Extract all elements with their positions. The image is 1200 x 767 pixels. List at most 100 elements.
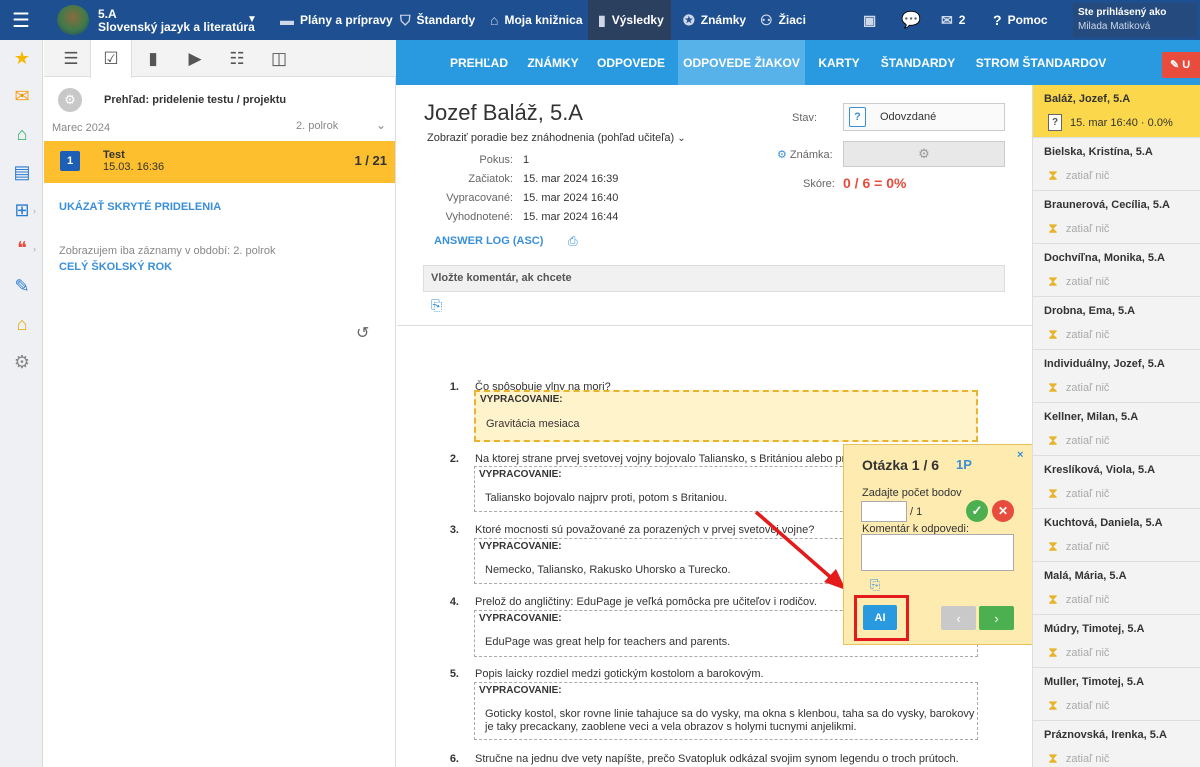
- class-logo[interactable]: [57, 5, 89, 35]
- test-check-icon[interactable]: ☑: [90, 40, 132, 78]
- backpack-icon[interactable]: ▮: [132, 40, 174, 77]
- question-number: 6.: [449, 753, 459, 765]
- video-icon[interactable]: ▶: [174, 40, 216, 77]
- overview-row[interactable]: ⚙ Prehľad: pridelenie testu / projektu: [58, 88, 286, 112]
- open-book-icon[interactable]: ◫: [258, 40, 300, 77]
- tab-overview[interactable]: PREHĽAD: [441, 40, 517, 85]
- pen-icon[interactable]: ✎: [10, 274, 34, 298]
- chevron-down-icon[interactable]: ⌄: [376, 118, 386, 132]
- student-item-name: Kellner, Milan, 5.A: [1044, 411, 1139, 423]
- tab-student-answers[interactable]: ODPOVEDE ŽIAKOV: [678, 40, 805, 85]
- show-hidden-link[interactable]: UKÁZAŤ SKRYTÉ PRIDELENIA: [59, 201, 221, 213]
- student-list: Baláž, Jozef, 5.A ? 15. mar 16:40 · 0.0% …: [1032, 85, 1200, 767]
- student-item-name: Kuchtová, Daniela, 5.A: [1044, 517, 1163, 529]
- chat-icon[interactable]: 💬: [901, 0, 921, 40]
- help-button[interactable]: ? Pomoc: [993, 0, 1048, 40]
- gear-icon[interactable]: ⚙: [10, 350, 34, 374]
- max-points: / 1: [910, 506, 923, 518]
- whole-year-link[interactable]: CELÝ ŠKOLSKÝ ROK: [59, 261, 172, 273]
- student-item[interactable]: Múdry, Timotej, 5.A ⧗ zatiaľ nič: [1033, 615, 1200, 668]
- screen-share-icon[interactable]: ▣: [863, 0, 876, 40]
- messages-button[interactable]: ✉ 2: [941, 0, 965, 40]
- star-icon[interactable]: ★: [10, 46, 34, 70]
- answer-comment-input[interactable]: [861, 534, 1014, 571]
- student-item[interactable]: Kreslíková, Viola, 5.A ⧗ zatiaľ nič: [1033, 456, 1200, 509]
- student-item[interactable]: Braunerová, Cecília, 5.A ⧗ zatiaľ nič: [1033, 191, 1200, 244]
- nav-plans[interactable]: ▬ Plány a prípravy: [280, 0, 393, 40]
- paperclip-icon[interactable]: ⎘: [870, 577, 880, 593]
- overview-title: Prehľad: pridelenie testu / projektu: [104, 94, 287, 106]
- tab-cards[interactable]: KARTY: [812, 40, 866, 85]
- left-icon-bar: ★ ✉ ⌂ ▤ ⊞ › ❝ › ✎ ⌂ ⚙: [0, 40, 43, 767]
- gear-icon: ⚙: [777, 149, 790, 161]
- student-item[interactable]: Kuchtová, Daniela, 5.A ⧗ zatiaľ nič: [1033, 509, 1200, 562]
- answer-label: VYPRACOVANIE:: [479, 685, 562, 696]
- results-tabs: PREHĽAD ZNÁMKY ODPOVEDE ODPOVEDE ŽIAKOV …: [396, 40, 1200, 85]
- student-item-status: ⧗ zatiaľ nič: [1048, 591, 1110, 607]
- nav-library[interactable]: ⌂ Moja knižnica: [490, 0, 583, 40]
- print-icon[interactable]: ⎙: [568, 234, 578, 249]
- grade-select[interactable]: ⚙: [843, 141, 1005, 167]
- list-icon[interactable]: ☰: [50, 40, 92, 77]
- student-item-status: ⧗ zatiaľ nič: [1048, 432, 1110, 448]
- tab-answers[interactable]: ODPOVEDE: [594, 40, 668, 85]
- student-item[interactable]: Dochvíľna, Monika, 5.A ⧗ zatiaľ nič: [1033, 244, 1200, 297]
- student-item[interactable]: Bielska, Kristína, 5.A ⧗ zatiaľ nič: [1033, 138, 1200, 191]
- hourglass-icon: ⧗: [1048, 485, 1058, 501]
- action-button[interactable]: ✎ U: [1162, 52, 1200, 78]
- cancel-x-icon[interactable]: ✕: [992, 500, 1014, 522]
- mail-icon[interactable]: ✉: [10, 84, 34, 108]
- student-name: Jozef Baláž, 5.A: [424, 100, 583, 125]
- student-item[interactable]: Práznovská, Irenka, 5.A ⧗ zatiaľ nič: [1033, 721, 1200, 767]
- student-item-name: Dochvíľna, Monika, 5.A: [1044, 252, 1165, 264]
- chevron-down-icon[interactable]: ▼: [247, 14, 257, 25]
- nav-standards[interactable]: ⛉ Štandardy: [400, 0, 475, 40]
- history-icon[interactable]: ↺: [356, 323, 369, 343]
- user-account[interactable]: Ste prihlásený ako Milada Matiková: [1073, 3, 1197, 37]
- hourglass-icon: ⧗: [1048, 644, 1058, 660]
- ai-button[interactable]: AI: [863, 605, 897, 630]
- answer-box[interactable]: VYPRACOVANIE: Goticky kostol, skor rovne…: [474, 682, 978, 740]
- book-icon[interactable]: ⊞: [10, 198, 34, 222]
- checklist-icon[interactable]: ☷: [216, 40, 258, 77]
- gear-icon: ⚙: [918, 146, 930, 161]
- tab-standards-tree[interactable]: STROM ŠTANDARDOV: [970, 40, 1112, 85]
- close-icon[interactable]: ×: [1017, 449, 1023, 461]
- prev-button[interactable]: ‹: [941, 606, 976, 630]
- shield-icon: ⛉: [400, 11, 411, 28]
- discussion-icon[interactable]: ❝: [10, 236, 34, 260]
- points-label: Zadajte počet bodov: [862, 487, 962, 499]
- home-icon[interactable]: ⌂: [10, 122, 34, 146]
- panel-tabs: ☰ ☑ ▮ ▶ ☷ ◫: [44, 40, 396, 78]
- student-item[interactable]: Kellner, Milan, 5.A ⧗ zatiaľ nič: [1033, 403, 1200, 456]
- notebook-icon[interactable]: ▤: [10, 160, 34, 184]
- question-icon: ?: [993, 12, 1002, 28]
- class-selector[interactable]: 5.A Slovenský jazyk a literatúra: [98, 8, 255, 34]
- confirm-check-icon[interactable]: ✓: [966, 500, 988, 522]
- question-doc-icon: ?: [849, 107, 866, 127]
- answer-log-link[interactable]: ANSWER LOG (ASC): [434, 235, 543, 247]
- institution-icon[interactable]: ⌂: [10, 312, 34, 336]
- nav-grades[interactable]: ✪ Známky: [683, 0, 746, 40]
- assignment-count: 1 / 21: [354, 153, 387, 168]
- points-input[interactable]: [861, 501, 907, 522]
- paperclip-icon[interactable]: ⎘: [431, 297, 442, 314]
- student-item[interactable]: Malá, Mária, 5.A ⧗ zatiaľ nič: [1033, 562, 1200, 615]
- hamburger-menu-icon[interactable]: ☰: [0, 0, 42, 40]
- order-select[interactable]: Zobraziť poradie bez znáhodnenia (pohľad…: [427, 132, 686, 144]
- student-item[interactable]: Individuálny, Jozef, 5.A ⧗ zatiaľ nič: [1033, 350, 1200, 403]
- student-item[interactable]: Muller, Timotej, 5.A ⧗ zatiaľ nič: [1033, 668, 1200, 721]
- tab-standards[interactable]: ŠTANDARDY: [876, 40, 960, 85]
- answer-box-active[interactable]: VYPRACOVANIE: Gravitácia mesiaca: [474, 390, 978, 442]
- student-item[interactable]: Drobna, Ema, 5.A ⧗ zatiaľ nič: [1033, 297, 1200, 350]
- answer-text-line-1: Goticky kostol, skor rovne linie tahajuc…: [485, 708, 975, 720]
- comment-input[interactable]: Vložte komentár, ak chcete: [423, 265, 1005, 292]
- nav-results[interactable]: ▮ Výsledky: [588, 0, 671, 40]
- tab-grades[interactable]: ZNÁMKY: [522, 40, 584, 85]
- grade-badge-icon: ✪: [683, 11, 695, 28]
- briefcase-icon: ▬: [280, 12, 294, 28]
- next-button[interactable]: ›: [979, 606, 1014, 630]
- assignment-row[interactable]: 1 Test 15.03. 16:36 1 / 21: [44, 141, 395, 183]
- nav-students[interactable]: ⚇ Žiaci: [760, 0, 806, 40]
- student-item[interactable]: Baláž, Jozef, 5.A ? 15. mar 16:40 · 0.0%: [1033, 85, 1200, 138]
